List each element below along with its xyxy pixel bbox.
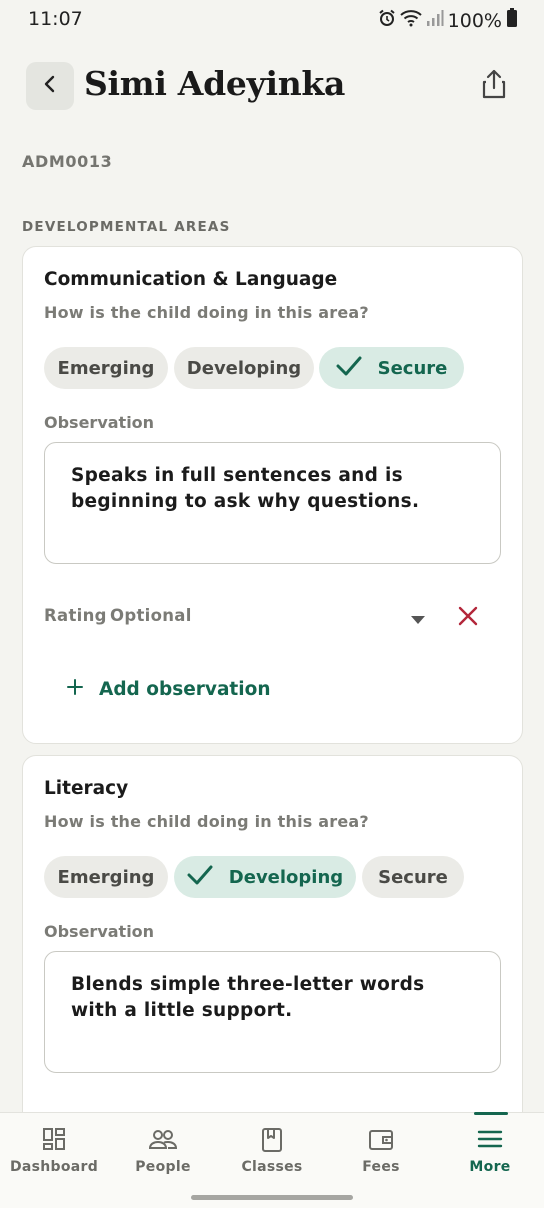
rating-row: Rating Optional [44,602,501,632]
area-question: How is the child doing in this area? [44,812,369,831]
chip-developing[interactable]: Developing [174,347,314,389]
menu-icon [436,1127,544,1153]
chevron-left-icon [40,74,60,98]
chip-label: Emerging [57,866,155,888]
area-title: Communication & Language [44,269,338,290]
dropdown-caret-icon[interactable] [410,610,426,629]
chip-label: Developing [228,866,344,888]
active-indicator [474,1112,508,1115]
chip-label: Secure [377,357,448,379]
status-time: 11:07 [28,8,83,30]
share-button[interactable] [476,68,512,104]
remove-rating-button[interactable] [456,604,480,632]
check-icon [336,356,362,381]
area-title: Literacy [44,778,129,799]
observation-label: Observation [44,922,155,941]
check-icon [187,865,213,890]
rating-label: Rating [44,606,107,625]
chip-label: Secure [378,866,448,888]
home-indicator [191,1195,353,1200]
nav-item-dashboard[interactable]: Dashboard [0,1113,108,1183]
dashboard-icon [0,1127,108,1153]
add-observation-button[interactable]: Add observation [67,679,271,700]
add-observation-label: Add observation [99,679,271,700]
status-bar: 11:07 100% [0,0,544,38]
back-button[interactable] [26,62,74,110]
child-id: ADM0013 [22,152,113,171]
nav-label: Classes [241,1159,303,1175]
bottom-nav: Dashboard People Classes Fees More [0,1112,544,1208]
chip-secure[interactable]: Secure [362,856,464,898]
book-icon [218,1127,326,1153]
status-icons: 100% [378,8,518,33]
signal-icon [426,9,444,32]
alarm-icon [378,9,396,32]
close-icon [458,606,478,626]
plus-icon [67,679,83,700]
battery-icon [506,8,518,33]
nav-item-more[interactable]: More [436,1112,544,1183]
chip-secure[interactable]: Secure [319,347,464,389]
area-card-communication: Communication & Language How is the chil… [22,246,523,744]
page-title: Simi Adeyinka [84,64,346,103]
chip-emerging[interactable]: Emerging [44,347,168,389]
area-card-literacy: Literacy How is the child doing in this … [22,755,523,1135]
share-icon [481,69,507,103]
section-label: DEVELOPMENTAL AREAS [22,219,231,235]
wallet-icon [327,1127,435,1153]
nav-item-people[interactable]: People [109,1113,217,1183]
chip-label: Emerging [57,357,155,379]
nav-label: People [135,1159,191,1175]
nav-label: Dashboard [9,1159,99,1175]
battery-percentage: 100% [447,9,502,32]
observation-input[interactable]: Speaks in full sentences and is beginnin… [44,442,501,564]
rating-select[interactable]: Optional [110,606,192,625]
area-question: How is the child doing in this area? [44,303,369,322]
header: Simi Adeyinka [26,62,518,110]
chip-emerging[interactable]: Emerging [44,856,168,898]
nav-label: Fees [362,1159,400,1175]
people-icon [109,1127,217,1153]
chip-label: Developing [186,357,302,379]
observation-input[interactable]: Blends simple three-letter words with a … [44,951,501,1073]
nav-label: More [469,1159,511,1175]
wifi-icon [400,9,422,32]
nav-item-classes[interactable]: Classes [218,1113,326,1183]
observation-label: Observation [44,413,155,432]
chip-developing[interactable]: Developing [174,856,356,898]
nav-item-fees[interactable]: Fees [327,1113,435,1183]
